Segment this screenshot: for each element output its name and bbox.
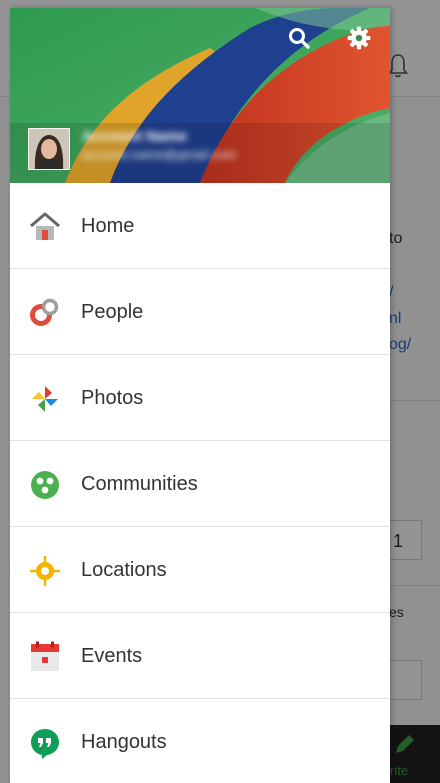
nav-item-home[interactable]: Home xyxy=(10,183,390,269)
nav-label-locations: Locations xyxy=(81,559,167,581)
nav-label-communities: Communities xyxy=(81,473,198,495)
nav-label-events: Events xyxy=(81,645,143,667)
locations-icon xyxy=(28,554,62,588)
events-icon xyxy=(28,640,62,674)
communities-icon xyxy=(28,468,62,502)
hangouts-icon xyxy=(28,726,62,760)
nav-item-hangouts[interactable]: Hangouts xyxy=(10,699,390,783)
nav-label-people: People xyxy=(81,301,144,323)
account-switcher[interactable]: Account Name account.name@gmail.com xyxy=(82,128,292,166)
nav-label-home: Home xyxy=(81,215,135,237)
search-button[interactable] xyxy=(283,22,315,54)
nav-item-communities[interactable]: Communities xyxy=(10,441,390,527)
profile-photo xyxy=(29,129,69,169)
nav-label-hangouts: Hangouts xyxy=(81,731,167,753)
nav-label-photos: Photos xyxy=(81,387,144,409)
avatar[interactable] xyxy=(28,128,70,170)
account-email: account.name@gmail.com xyxy=(82,147,237,162)
nav-item-events[interactable]: Events xyxy=(10,613,390,699)
drawer-header: Account Name account.name@gmail.com xyxy=(10,8,390,183)
gear-icon xyxy=(347,26,371,50)
drawer-nav-list: Home People Photos Communities Locations… xyxy=(10,183,390,783)
settings-button[interactable] xyxy=(343,22,375,54)
photos-icon xyxy=(28,382,62,416)
people-icon xyxy=(28,296,62,330)
nav-item-people[interactable]: People xyxy=(10,269,390,355)
navigation-drawer: Account Name account.name@gmail.com Home xyxy=(10,8,390,783)
nav-item-photos[interactable]: Photos xyxy=(10,355,390,441)
search-icon xyxy=(289,28,310,49)
account-name: Account Name xyxy=(82,128,188,145)
home-icon xyxy=(28,210,62,244)
nav-item-locations[interactable]: Locations xyxy=(10,527,390,613)
